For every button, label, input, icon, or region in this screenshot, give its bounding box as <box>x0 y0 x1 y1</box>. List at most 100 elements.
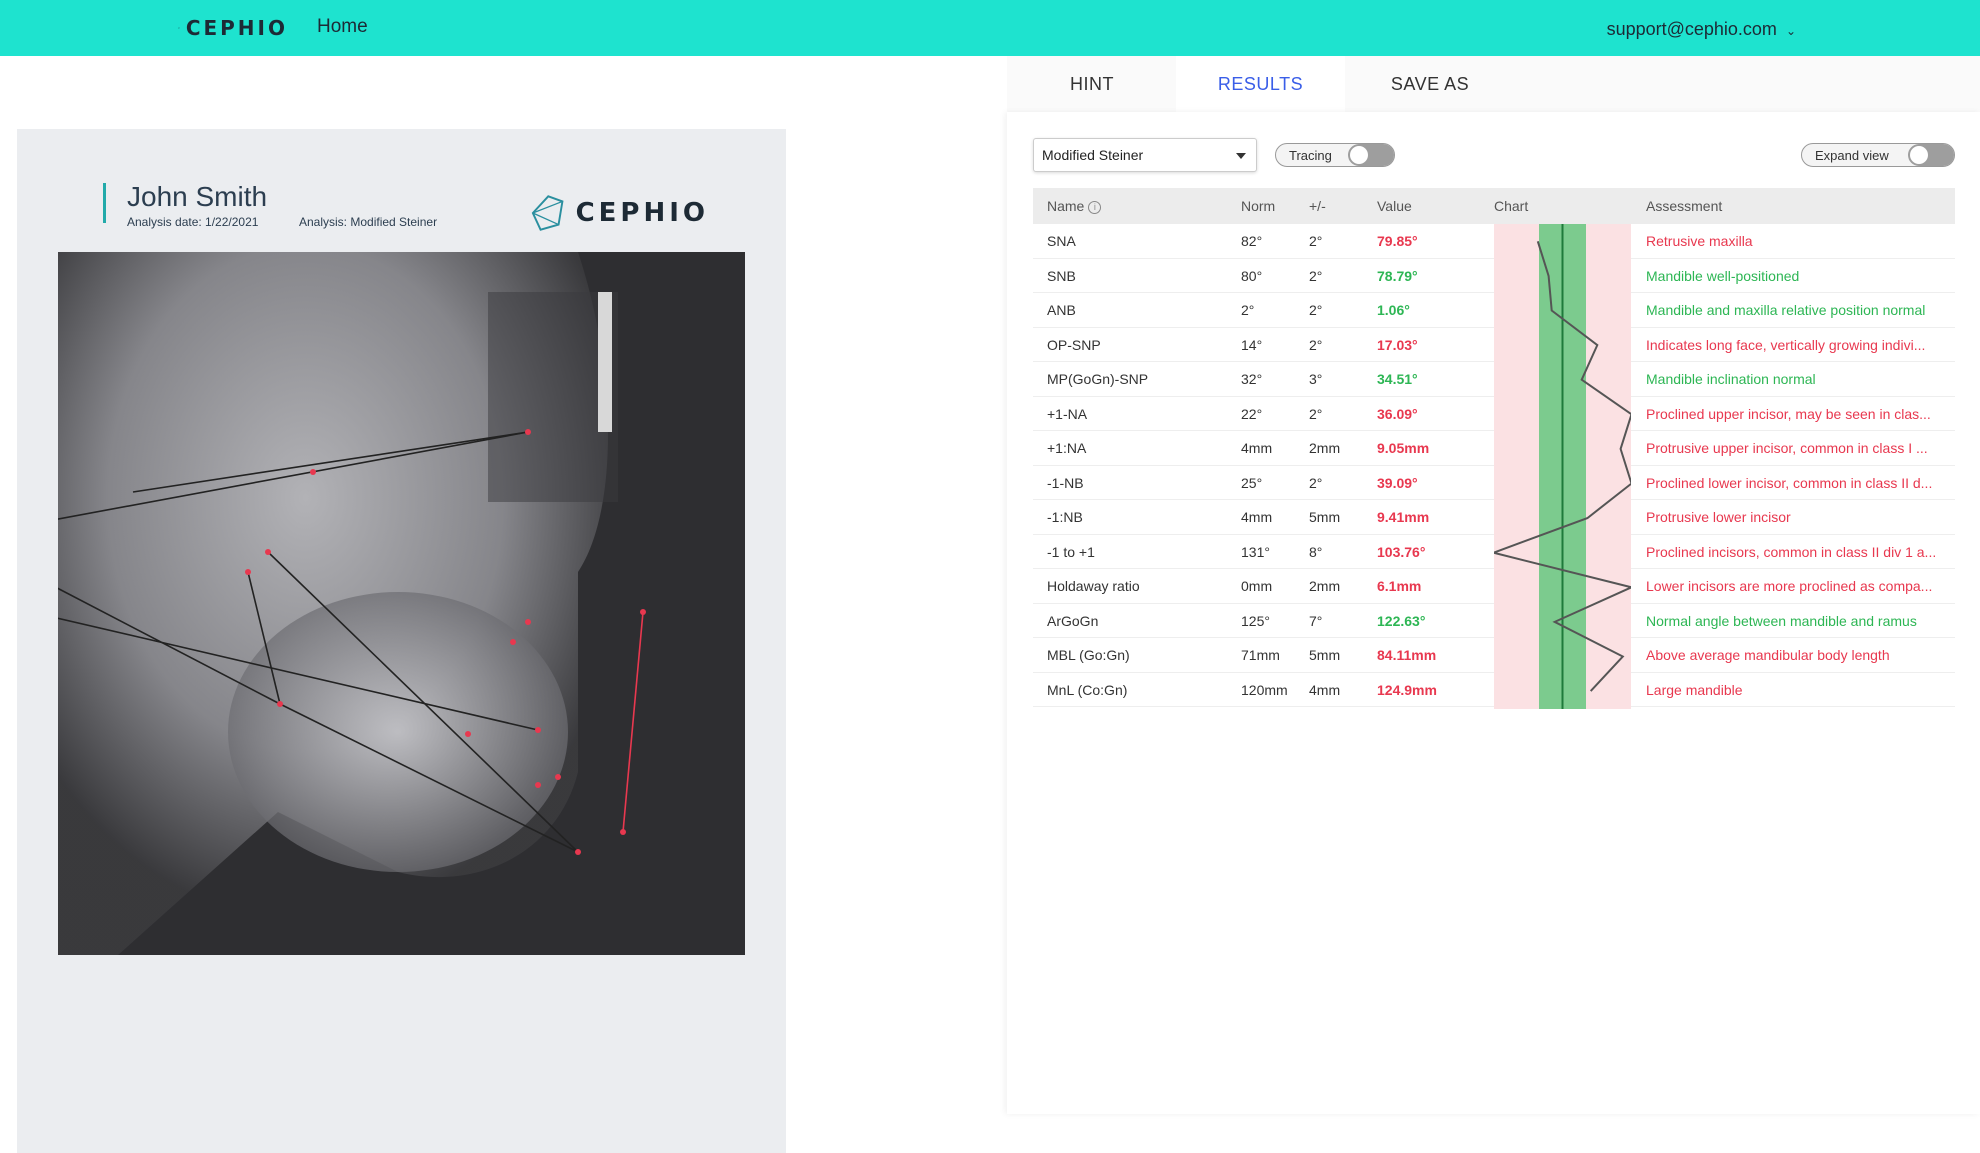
logo-text: CEPHIO <box>186 16 288 40</box>
row-assessment: Large mandible <box>1646 682 1946 698</box>
row-plus-minus: 2mm <box>1309 578 1340 594</box>
expand-view-switch[interactable] <box>1908 144 1954 166</box>
row-value: 36.09° <box>1377 406 1418 422</box>
cephalogram-photo[interactable]: John Smith Analysis date: 1/22/2021 Anal… <box>17 129 786 1153</box>
row-plus-minus: 2mm <box>1309 440 1340 456</box>
row-assessment: Mandible inclination normal <box>1646 371 1946 387</box>
row-name: MP(GoGn)-SNP <box>1047 371 1148 387</box>
row-norm: 71mm <box>1241 647 1280 663</box>
report-analysis-date: Analysis date: 1/22/2021 <box>127 215 258 229</box>
chevron-down-icon: ⌄ <box>1786 24 1796 38</box>
row-plus-minus: 3° <box>1309 371 1322 387</box>
info-icon[interactable]: i <box>1088 201 1101 214</box>
report-patient-name: John Smith <box>127 181 267 213</box>
row-value: 1.06° <box>1377 302 1410 318</box>
col-chart: Chart <box>1494 198 1528 214</box>
row-assessment: Normal angle between mandible and ramus <box>1646 613 1946 629</box>
table-header: Namei Norm +/- Value Chart Assessment <box>1033 188 1955 224</box>
row-assessment: Proclined incisors, common in class II d… <box>1646 544 1946 560</box>
tracing-toggle[interactable]: Tracing <box>1275 143 1395 167</box>
row-plus-minus: 4mm <box>1309 682 1340 698</box>
row-name: ArGoGn <box>1047 613 1098 629</box>
tab-save-as[interactable]: SAVE AS <box>1345 56 1515 112</box>
row-name: ANB <box>1047 302 1076 318</box>
row-norm: 82° <box>1241 233 1262 249</box>
row-norm: 32° <box>1241 371 1262 387</box>
col-name-label: Name <box>1047 198 1084 214</box>
analysis-select[interactable]: Modified Steiner <box>1033 138 1257 172</box>
row-value: 79.85° <box>1377 233 1418 249</box>
row-value: 9.41mm <box>1377 509 1429 525</box>
row-value: 34.51° <box>1377 371 1418 387</box>
row-value: 122.63° <box>1377 613 1425 629</box>
row-name: -1-NB <box>1047 475 1084 491</box>
row-plus-minus: 2° <box>1309 233 1322 249</box>
report-logo: CEPHIO <box>529 181 709 245</box>
tracing-knob <box>1350 146 1368 164</box>
row-norm: 0mm <box>1241 578 1272 594</box>
row-plus-minus: 2° <box>1309 302 1322 318</box>
top-bar: CEPHIO Home support@cephio.com ⌄ <box>0 0 1980 56</box>
row-name: OP-SNP <box>1047 337 1101 353</box>
row-norm: 4mm <box>1241 440 1272 456</box>
row-assessment: Proclined upper incisor, may be seen in … <box>1646 406 1946 422</box>
analysis-select-value: Modified Steiner <box>1042 147 1143 163</box>
tracing-switch[interactable] <box>1348 144 1394 166</box>
row-name: MnL (Co:Gn) <box>1047 682 1127 698</box>
row-name: +1-NA <box>1047 406 1087 422</box>
row-value: 78.79° <box>1377 268 1418 284</box>
col-value: Value <box>1377 198 1412 214</box>
home-link[interactable]: Home <box>317 16 368 38</box>
row-name: MBL (Go:Gn) <box>1047 647 1130 663</box>
row-value: 17.03° <box>1377 337 1418 353</box>
row-value: 84.11mm <box>1377 647 1436 663</box>
row-value: 124.9mm <box>1377 682 1437 698</box>
deviation-chart <box>1494 224 1631 709</box>
row-assessment: Proclined lower incisor, common in class… <box>1646 475 1946 491</box>
row-plus-minus: 5mm <box>1309 509 1340 525</box>
row-plus-minus: 2° <box>1309 475 1322 491</box>
report-analysis-type: Analysis: Modified Steiner <box>299 215 437 229</box>
image-viewer: John Smith Analysis date: 1/22/2021 Anal… <box>0 56 1005 1114</box>
row-norm: 25° <box>1241 475 1262 491</box>
chart-band-high <box>1586 224 1631 709</box>
expand-view-label: Expand view <box>1802 148 1889 163</box>
row-assessment: Above average mandibular body length <box>1646 647 1946 663</box>
row-norm: 120mm <box>1241 682 1288 698</box>
row-plus-minus: 2° <box>1309 337 1322 353</box>
row-name: +1:NA <box>1047 440 1086 456</box>
user-email: support@cephio.com <box>1607 19 1777 39</box>
row-norm: 2° <box>1241 302 1254 318</box>
col-plus-minus: +/- <box>1309 198 1326 214</box>
row-name: -1 to +1 <box>1047 544 1095 560</box>
printed-report: John Smith Analysis date: 1/22/2021 Anal… <box>17 129 786 1153</box>
user-menu[interactable]: support@cephio.com ⌄ <box>1607 19 1796 40</box>
row-assessment: Mandible well-positioned <box>1646 268 1946 284</box>
xray-tracing <box>58 252 745 955</box>
results-tabs: HINT RESULTS SAVE AS <box>1007 56 1980 112</box>
row-name: Holdaway ratio <box>1047 578 1140 594</box>
report-accent-bar <box>103 183 106 223</box>
col-norm: Norm <box>1241 198 1275 214</box>
row-norm: 22° <box>1241 406 1262 422</box>
tab-results[interactable]: RESULTS <box>1176 56 1345 112</box>
row-norm: 131° <box>1241 544 1270 560</box>
row-plus-minus: 2° <box>1309 406 1322 422</box>
app-logo[interactable]: CEPHIO <box>178 6 288 50</box>
report-logo-text: CEPHIO <box>576 198 709 228</box>
row-assessment: Protrusive upper incisor, common in clas… <box>1646 440 1946 456</box>
cephio-logo-icon <box>529 181 568 245</box>
row-name: SNB <box>1047 268 1076 284</box>
row-assessment: Indicates long face, vertically growing … <box>1646 337 1946 353</box>
row-plus-minus: 5mm <box>1309 647 1340 663</box>
row-name: -1:NB <box>1047 509 1083 525</box>
row-plus-minus: 8° <box>1309 544 1322 560</box>
tab-hint[interactable]: HINT <box>1007 56 1177 112</box>
col-name[interactable]: Namei <box>1047 198 1101 214</box>
expand-view-knob <box>1910 146 1928 164</box>
row-value: 103.76° <box>1377 544 1425 560</box>
row-plus-minus: 2° <box>1309 268 1322 284</box>
row-plus-minus: 7° <box>1309 613 1322 629</box>
row-norm: 80° <box>1241 268 1262 284</box>
expand-view-toggle[interactable]: Expand view <box>1801 143 1955 167</box>
